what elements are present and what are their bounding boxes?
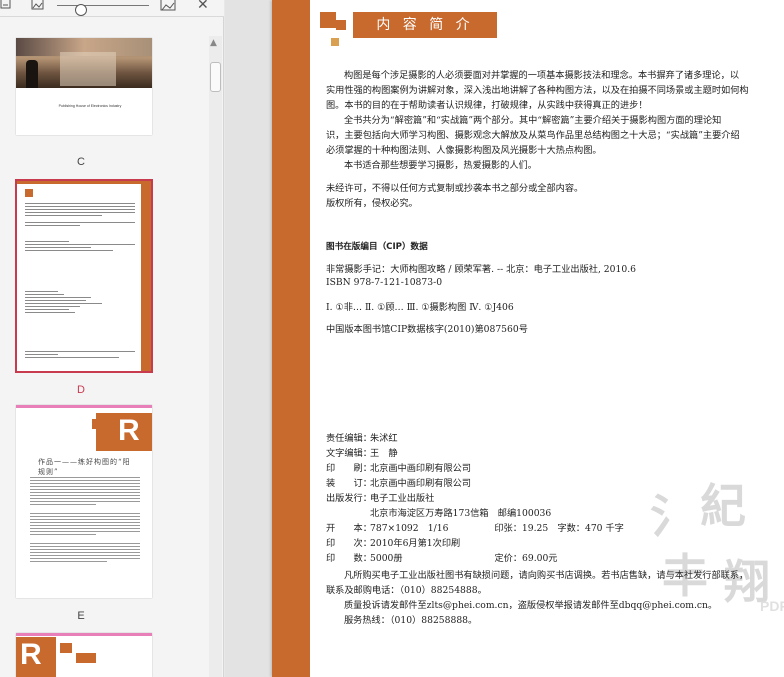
thumbnail-label-active: D	[77, 384, 85, 396]
thumbnail-label: C	[77, 156, 85, 168]
cip-line: ISBN 978-7-121-10873-0	[326, 277, 443, 288]
thumbnail-scrollbar[interactable]	[209, 36, 222, 677]
credit-row: 装 订：北京画中画印刷有限公司	[326, 478, 472, 489]
chapter-heading: 作品一——练好构图的“阳规则”	[38, 458, 131, 476]
large-image-icon[interactable]	[160, 0, 176, 12]
cip-heading: 图书在版编目（CIP）数据	[326, 242, 428, 252]
thumbnail-scrollbar-thumb[interactable]	[210, 62, 221, 92]
document-page: 内 容 简 介 构图是每个涉足摄影的人必须要面对并掌握的一项基本摄影技法和理念。…	[272, 0, 784, 677]
credit-row: 责任编辑：朱沭红	[326, 433, 398, 444]
r-logo-icon: R	[118, 414, 140, 447]
close-icon[interactable]: ✕	[197, 0, 209, 13]
thumbnail-page-c[interactable]: Publishing House of Electronics Industry	[16, 38, 152, 135]
thumbnail-page-f[interactable]: R	[16, 633, 152, 677]
credit-row: 北京市海淀区万寿路173信箱 邮编100036	[370, 508, 552, 519]
zoom-slider-handle[interactable]	[75, 4, 87, 16]
r-logo-icon: R	[20, 638, 42, 671]
thumbnail-page-e[interactable]: R 作品一——练好构图的“阳规则”	[16, 405, 152, 598]
page-spine-bar	[272, 0, 310, 677]
cover-photo	[16, 38, 152, 88]
credit-row: 开 本：787×1092 1/16 印张：19.25 字数：470 千字	[326, 523, 624, 534]
credit-row: 印 次：2010年6月第1次印刷	[326, 538, 461, 549]
cip-line: 中国版本图书馆CIP数据核字(2010)第087560号	[326, 324, 528, 335]
thumbnail-label: E	[77, 610, 85, 622]
rights-notice: 未经许可，不得以任何方式复制或抄袭本书之部分或全部内容。 版权所有，侵权必究。	[326, 183, 584, 209]
credits-list: 责任编辑：朱沭红 文字编辑：王 静 印 刷：北京画中画印刷有限公司 装 订：北京…	[326, 431, 624, 566]
watermark-stamp-icon: 氵 紀 丰 翔 PDF	[650, 479, 784, 614]
credit-row: 印 数：5000册 定价：69.00元	[326, 553, 558, 564]
credit-row: 印 刷：北京画中画印刷有限公司	[326, 463, 472, 474]
thumbnail-view-icon[interactable]	[0, 0, 12, 12]
thumbnail-page-d[interactable]	[16, 180, 152, 372]
credit-row: 文字编辑：王 静	[326, 448, 398, 459]
page-title: 内 容 简 介	[376, 17, 474, 33]
credit-row: 出版发行：电子工业出版社	[326, 493, 435, 504]
thumbnail-panel: ✕ ▲ Publishing House of Electronics Indu…	[0, 0, 224, 677]
header-square-icon	[320, 12, 336, 28]
thumbnail-toolbar: ✕	[0, 0, 224, 17]
intro-section: 构图是每个涉足摄影的人必须要面对并掌握的一项基本摄影技法和理念。本书摒弃了诸多理…	[326, 70, 749, 171]
scroll-up-arrow-icon[interactable]: ▲	[210, 38, 217, 48]
cip-line: Ⅰ. ①非… Ⅱ. ①顾… Ⅲ. ①摄影构图 Ⅳ. ①J406	[326, 302, 514, 313]
small-image-icon[interactable]	[31, 0, 44, 12]
publisher-text: Publishing House of Electronics Industry	[58, 104, 122, 108]
zoom-slider[interactable]	[57, 4, 149, 16]
